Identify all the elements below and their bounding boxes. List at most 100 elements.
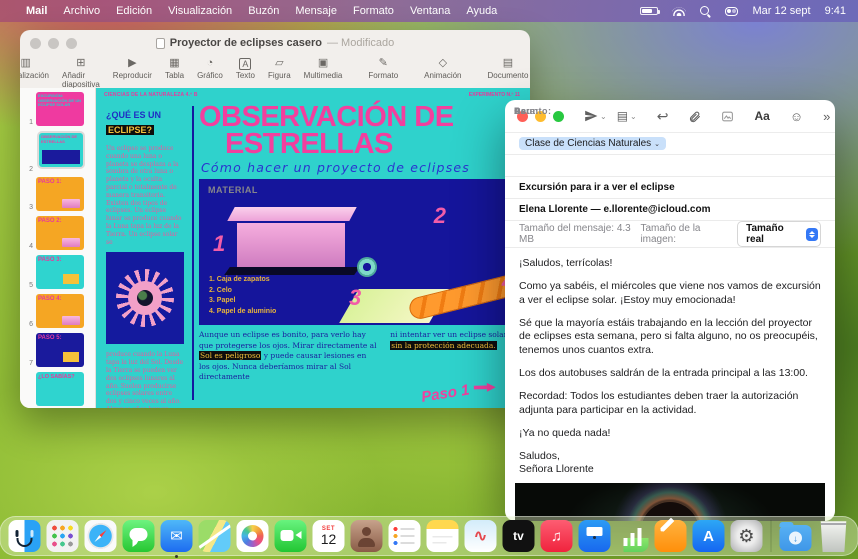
dock-downloads-icon[interactable]: ↓: [779, 522, 812, 551]
dock-numbers-icon[interactable]: [616, 520, 649, 552]
chart-button[interactable]: ◔ Gráfico: [197, 57, 223, 80]
emoji-button[interactable]: ☺: [790, 109, 803, 124]
media-button[interactable]: ▣ Multimedia: [304, 57, 343, 80]
play-button[interactable]: ▶ Reproducir: [113, 57, 152, 80]
shape-button[interactable]: ▱ Figura: [268, 57, 291, 80]
dock-safari-icon[interactable]: [84, 520, 117, 552]
material-label: MATERIAL: [208, 185, 258, 196]
dock-keynote-icon[interactable]: [578, 520, 611, 552]
to-field[interactable]: Para: Clase de Ciencias Naturales ⌄: [505, 106, 835, 155]
slide-thumbnail-6[interactable]: 6 PASO 4:: [20, 294, 95, 328]
dock-music-icon[interactable]: ♫: [540, 520, 573, 552]
format-button[interactable]: ✎ Formato: [368, 57, 398, 80]
dock-messages-icon[interactable]: [122, 520, 155, 552]
menu-mensaje[interactable]: Mensaje: [295, 5, 337, 17]
dock-tv-icon[interactable]: tv: [502, 520, 535, 552]
mail-compose-window[interactable]: ⌄ ▤ ⌄ ↩ Aa ☺ » Para: Clase de Ciencias N…: [505, 100, 835, 521]
table-button[interactable]: ▦ Tabla: [165, 57, 184, 80]
shoebox-illustration: [237, 223, 345, 268]
dock-mail-icon[interactable]: ✉: [160, 520, 193, 552]
menu-ayuda[interactable]: Ayuda: [466, 5, 497, 17]
dock-reminders-icon[interactable]: [388, 520, 421, 552]
image-size-select[interactable]: Tamaño real: [737, 221, 821, 247]
keynote-window[interactable]: Proyector de eclipses casero — Modificad…: [20, 30, 530, 408]
attach-button[interactable]: [688, 110, 701, 123]
dock-photos-icon[interactable]: [236, 520, 269, 552]
tape-illustration: [357, 257, 377, 278]
from-label: De:: [514, 106, 531, 116]
text-button[interactable]: A Texto: [236, 57, 255, 80]
dock-calendar-icon[interactable]: SET 12: [312, 520, 345, 552]
from-field[interactable]: De: Elena Llorente — e.llorente@icloud.c…: [505, 106, 835, 221]
slide-thumbnail-5[interactable]: 5 PASO 3:: [20, 255, 95, 289]
message-size-label: Tamaño del mensaje: 4.3 MB: [519, 223, 631, 245]
dock-separator: [770, 520, 772, 552]
menu-date[interactable]: Mar 12 sept: [752, 5, 810, 17]
menu-ventana[interactable]: Ventana: [410, 5, 450, 17]
slide-paragraph-2: produce cuando la Luna tapa la luz del S…: [106, 351, 184, 408]
document-button[interactable]: ▤ Documento: [488, 57, 529, 80]
send-button[interactable]: ⌄: [584, 109, 607, 123]
document-proxy-icon[interactable]: [155, 37, 165, 49]
message-body[interactable]: ¡Saludos, terrícolas! Como ya sabéis, el…: [505, 248, 835, 481]
add-slide-button[interactable]: ⊞ Añadir diapositiva: [62, 57, 100, 89]
recipient-token[interactable]: Clase de Ciencias Naturales ⌄: [519, 137, 667, 150]
dock-settings-icon[interactable]: ⚙: [730, 520, 763, 552]
menu-time[interactable]: 9:41: [825, 5, 846, 17]
body-paragraph: Recordad: Todos los estudiantes deben tr…: [519, 390, 799, 416]
body-paragraph: Como ya sabéis, el miércoles que viene n…: [519, 279, 821, 306]
dock-freeform-icon[interactable]: ∿: [464, 520, 497, 552]
slide-thumbnail-4[interactable]: 4 PASO 2:: [20, 216, 95, 250]
dock-pages-icon[interactable]: [654, 520, 687, 552]
earth-icon: [137, 290, 153, 307]
insert-photo-button[interactable]: [721, 110, 734, 123]
keynote-toolbar: ▥Visualización ⊞Añadir diapositiva ▶Repr…: [20, 56, 530, 89]
body-paragraph: ¡Saludos, terrícolas!: [519, 257, 613, 269]
slide-thumbnail-1[interactable]: 1 EXCURSIÓN: OBSERVACIÓN DE UN ECLIPSE S…: [20, 92, 95, 126]
wifi-icon[interactable]: [672, 6, 686, 16]
dock-launchpad-icon[interactable]: [46, 520, 79, 552]
menu-app-name[interactable]: Mail: [26, 5, 47, 17]
dock-finder-icon[interactable]: [8, 520, 41, 552]
search-icon[interactable]: [700, 5, 711, 17]
slide-thumbnail-8[interactable]: ¿LO SABÍAS?: [20, 372, 95, 406]
dock-facetime-icon[interactable]: [274, 520, 307, 552]
size-row: Tamaño del mensaje: 4.3 MB Tamaño de la …: [505, 221, 835, 248]
header-fields-button[interactable]: ▤ ⌄: [617, 109, 637, 123]
dock-notes-icon[interactable]: [426, 520, 459, 552]
dock-appstore-icon[interactable]: A: [692, 520, 725, 552]
material-number-2: 2: [433, 203, 446, 229]
toolbar-overflow-button[interactable]: »: [823, 109, 830, 124]
material-list: 1. Caja de zapatos 2. Celo 3. Papel 4. P…: [209, 276, 277, 315]
reply-arrow-icon[interactable]: ↩: [657, 108, 669, 125]
slide-thumbnail-7[interactable]: 7 PASO 5:: [20, 333, 95, 367]
chart-icon: ◔: [206, 57, 214, 69]
dock-trash-icon[interactable]: [820, 521, 847, 552]
view-icon: ▥: [20, 57, 31, 69]
menu-archivo[interactable]: Archivo: [63, 5, 100, 17]
menu-visualizacion[interactable]: Visualización: [168, 5, 232, 17]
control-center-icon[interactable]: [725, 6, 739, 16]
dock-maps-icon[interactable]: [198, 520, 231, 552]
chevron-down-icon: ⌄: [654, 140, 661, 148]
slide-thumbnail-2-selected[interactable]: OBSERVACIÓN DE ESTRELLAS: [20, 131, 95, 169]
slide-canvas[interactable]: CIENCIAS DE LA NATURALEZA 4.º B EXPERIME…: [96, 88, 530, 408]
animate-button[interactable]: ◇ Animación: [424, 57, 461, 80]
view-button[interactable]: ▥Visualización: [20, 57, 49, 80]
keynote-window-title: Proyector de eclipses casero: [169, 37, 322, 49]
subject-field[interactable]: Asunto: Excursión para ir a ver el eclip…: [505, 106, 835, 199]
format-button[interactable]: Aa: [754, 109, 769, 123]
menu-edicion[interactable]: Edición: [116, 5, 152, 17]
menu-buzon[interactable]: Buzón: [248, 5, 279, 17]
body-paragraph: Sé que la mayoría estáis trabajando en l…: [519, 316, 818, 357]
table-icon: ▦: [169, 57, 180, 69]
slide-thumbnail-3[interactable]: 3 PASO 1:: [20, 177, 95, 211]
menu-formato[interactable]: Formato: [353, 5, 394, 17]
dock-contacts-icon[interactable]: [350, 520, 383, 552]
warning-text-right: ni intentar ver un eclipse solar sin la …: [390, 330, 508, 350]
document-icon: ▤: [502, 57, 514, 69]
zoom-button[interactable]: [553, 110, 564, 122]
cc-field[interactable]: Cc:: [505, 106, 835, 177]
battery-icon[interactable]: [640, 7, 661, 15]
slide-course-label: CIENCIAS DE LA NATURALEZA 4.º B: [104, 92, 198, 98]
